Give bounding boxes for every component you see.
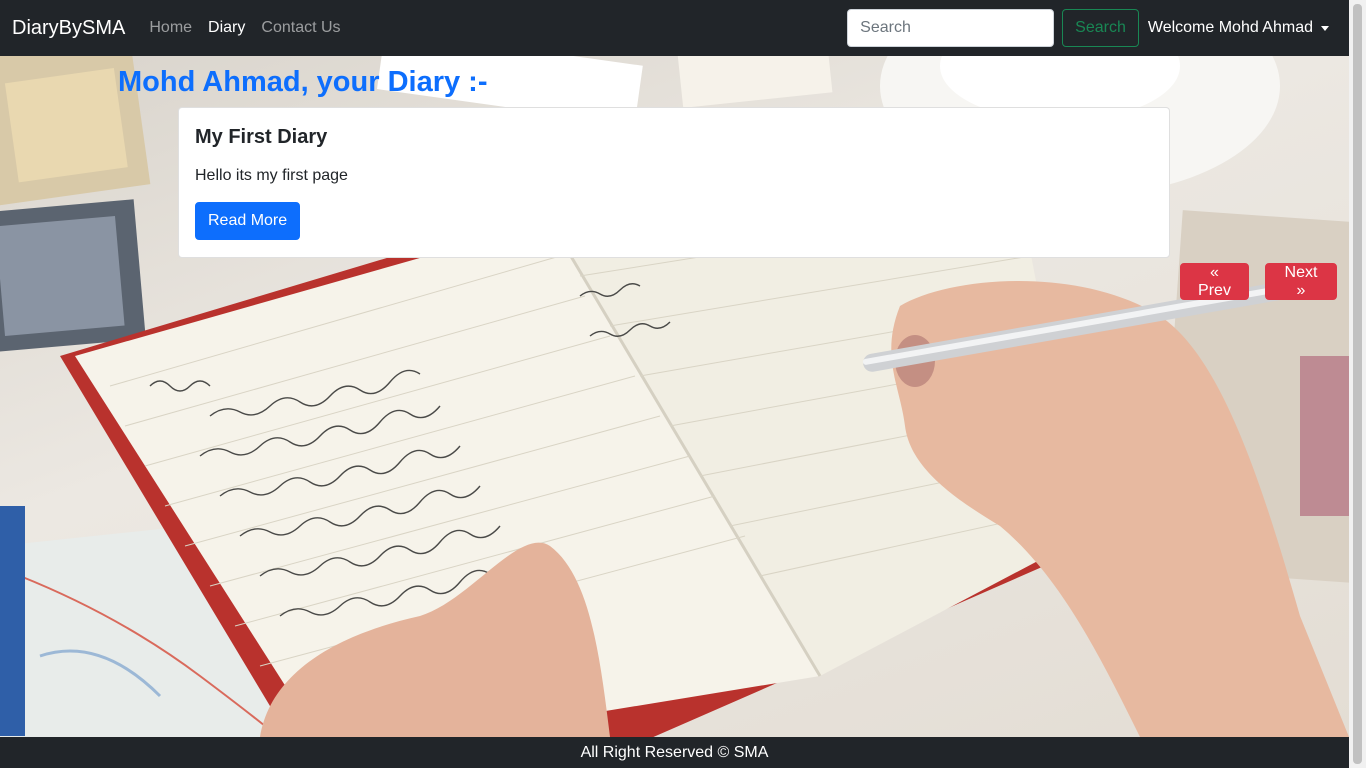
search-input[interactable] — [847, 9, 1055, 47]
prev-page-button[interactable]: « Prev — [1180, 263, 1249, 300]
diary-card-title: My First Diary — [195, 126, 328, 148]
caret-down-icon — [1321, 25, 1329, 31]
top-navbar: DiaryBySMA Home Diary Contact Us Search … — [0, 0, 1349, 56]
footer-text: All Right Reserved © SMA — [580, 743, 769, 761]
user-menu-label: Welcome Mohd Ahmad — [1147, 19, 1313, 36]
footer: All Right Reserved © SMA — [0, 737, 1349, 768]
nav-link-home[interactable]: Home — [149, 19, 192, 37]
page-scrollbar[interactable] — [1349, 0, 1366, 768]
scrollbar-thumb[interactable] — [1353, 4, 1362, 764]
diary-card: My First Diary Hello its my first page R… — [178, 107, 1170, 258]
read-more-button[interactable]: Read More — [195, 202, 301, 240]
page-title: Mohd Ahmad, your Diary :- — [118, 66, 488, 98]
next-page-button[interactable]: Next » — [1265, 263, 1337, 300]
nav-link-contact[interactable]: Contact Us — [261, 19, 340, 37]
diary-card-text: Hello its my first page — [195, 167, 348, 184]
nav-link-diary[interactable]: Diary — [208, 19, 245, 37]
user-dropdown-toggle[interactable]: Welcome Mohd Ahmad — [1148, 19, 1329, 37]
search-button[interactable]: Search — [1062, 9, 1139, 47]
navbar-right: Search Welcome Mohd Ahmad — [847, 9, 1329, 47]
brand-link[interactable]: DiaryBySMA — [12, 17, 125, 40]
